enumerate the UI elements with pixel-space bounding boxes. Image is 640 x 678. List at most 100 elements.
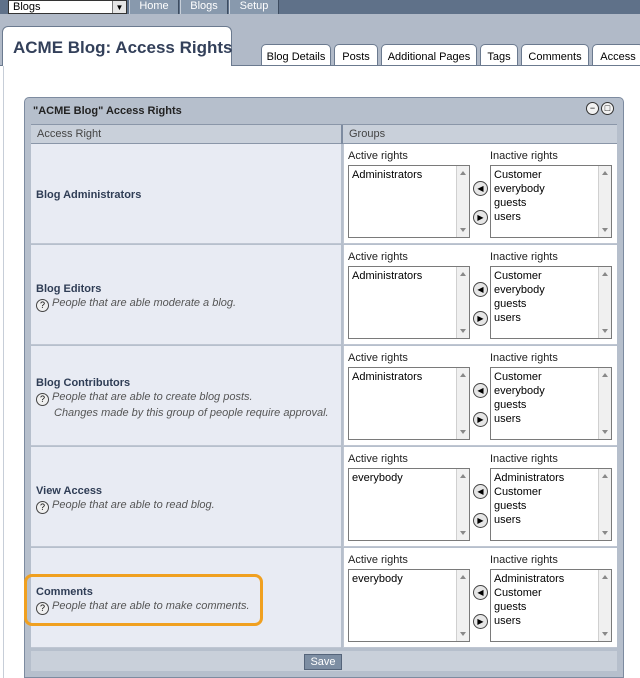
tab-posts[interactable]: Posts [334,44,378,65]
nav-blogs[interactable]: Blogs [180,0,228,14]
table-row: Blog Editors ? People that are able moder… [31,245,617,346]
groups-cell: Active rights Inactive rights everybody … [343,548,617,648]
active-rights-list[interactable]: Administrators [348,367,470,440]
scroll-down-icon[interactable] [460,430,466,434]
inactive-rights-list[interactable]: Customer everybody guests users [490,367,612,440]
scroll-up-icon[interactable] [602,373,608,377]
chevron-down-icon[interactable]: ▼ [112,1,126,13]
list-item[interactable]: users [494,513,564,527]
save-button[interactable]: Save [304,654,342,670]
scroll-up-icon[interactable] [602,272,608,276]
scroll-up-icon[interactable] [460,373,466,377]
scrollbar[interactable] [598,267,611,338]
move-left-icon[interactable]: ◀ [473,585,488,600]
move-left-icon[interactable]: ◀ [473,282,488,297]
list-item[interactable]: users [494,412,545,426]
scrollbar[interactable] [598,570,611,641]
scrollbar[interactable] [456,469,469,540]
scrollbar[interactable] [456,166,469,237]
list-item[interactable]: guests [494,499,564,513]
list-item[interactable]: Customer [494,485,564,499]
inactive-rights-list[interactable]: Customer everybody guests users [490,165,612,238]
help-icon[interactable]: ? [36,393,49,406]
column-header-access-right: Access Right [37,128,102,140]
list-item[interactable]: Customer [494,168,545,182]
list-item[interactable]: everybody [352,572,403,586]
list-item[interactable]: everybody [494,182,545,196]
tab-access[interactable]: Access [592,44,640,65]
nav-setup[interactable]: Setup [229,0,279,14]
nav-home[interactable]: Home [129,0,179,14]
divider [3,65,4,678]
scroll-up-icon[interactable] [602,474,608,478]
list-item[interactable]: users [494,210,545,224]
tab-additional-pages[interactable]: Additional Pages [381,44,477,65]
list-item[interactable]: everybody [494,283,545,297]
list-item[interactable]: everybody [352,471,403,485]
list-item[interactable]: guests [494,297,545,311]
scrollbar[interactable] [456,368,469,439]
move-right-icon[interactable]: ▶ [473,412,488,427]
scroll-up-icon[interactable] [602,575,608,579]
scroll-up-icon[interactable] [460,171,466,175]
move-left-icon[interactable]: ◀ [473,383,488,398]
list-item[interactable]: Administrators [352,168,422,182]
scroll-down-icon[interactable] [460,228,466,232]
scrollbar[interactable] [456,570,469,641]
scroll-down-icon[interactable] [602,531,608,535]
move-right-icon[interactable]: ▶ [473,614,488,629]
scroll-up-icon[interactable] [460,474,466,478]
list-item[interactable]: everybody [494,384,545,398]
tab-comments[interactable]: Comments [521,44,589,65]
scroll-up-icon[interactable] [602,171,608,175]
active-rights-label: Active rights [348,453,408,465]
move-right-icon[interactable]: ▶ [473,513,488,528]
scrollbar[interactable] [598,368,611,439]
list-item[interactable]: users [494,614,564,628]
list-item[interactable]: guests [494,196,545,210]
move-right-icon[interactable]: ▶ [473,311,488,326]
maximize-icon[interactable]: □ [601,102,614,115]
tab-tags[interactable]: Tags [480,44,518,65]
scroll-down-icon[interactable] [460,632,466,636]
scroll-down-icon[interactable] [460,531,466,535]
access-right-cell: Blog Contributors ? People that are able … [31,346,341,446]
list-item[interactable]: guests [494,398,545,412]
section-selector[interactable]: Blogs ▼ [8,0,127,14]
list-item[interactable]: Administrators [494,572,564,586]
move-right-icon[interactable]: ▶ [473,210,488,225]
list-item[interactable]: guests [494,600,564,614]
list-item[interactable]: Customer [494,269,545,283]
list-item[interactable]: Customer [494,370,545,384]
inactive-rights-label: Inactive rights [490,453,558,465]
move-left-icon[interactable]: ◀ [473,181,488,196]
help-icon[interactable]: ? [36,501,49,514]
scroll-up-icon[interactable] [460,272,466,276]
help-icon[interactable]: ? [36,299,49,312]
active-rights-list[interactable]: Administrators [348,165,470,238]
collapse-icon[interactable]: − [586,102,599,115]
list-item[interactable]: Administrators [352,370,422,384]
scroll-down-icon[interactable] [602,430,608,434]
active-rights-list[interactable]: Administrators [348,266,470,339]
scroll-down-icon[interactable] [602,632,608,636]
inactive-rights-list[interactable]: Customer everybody guests users [490,266,612,339]
tab-blog-details[interactable]: Blog Details [261,44,331,65]
move-left-icon[interactable]: ◀ [473,484,488,499]
active-rights-list[interactable]: everybody [348,569,470,642]
scroll-down-icon[interactable] [602,228,608,232]
list-items: Customer everybody guests users [494,168,545,224]
scrollbar[interactable] [598,469,611,540]
scrollbar[interactable] [598,166,611,237]
active-rights-list[interactable]: everybody [348,468,470,541]
inactive-rights-list[interactable]: Administrators Customer guests users [490,468,612,541]
inactive-rights-list[interactable]: Administrators Customer guests users [490,569,612,642]
list-item[interactable]: Customer [494,586,564,600]
list-item[interactable]: users [494,311,545,325]
list-item[interactable]: Administrators [352,269,422,283]
scroll-up-icon[interactable] [460,575,466,579]
list-item[interactable]: Administrators [494,471,564,485]
scroll-down-icon[interactable] [602,329,608,333]
scroll-down-icon[interactable] [460,329,466,333]
scrollbar[interactable] [456,267,469,338]
